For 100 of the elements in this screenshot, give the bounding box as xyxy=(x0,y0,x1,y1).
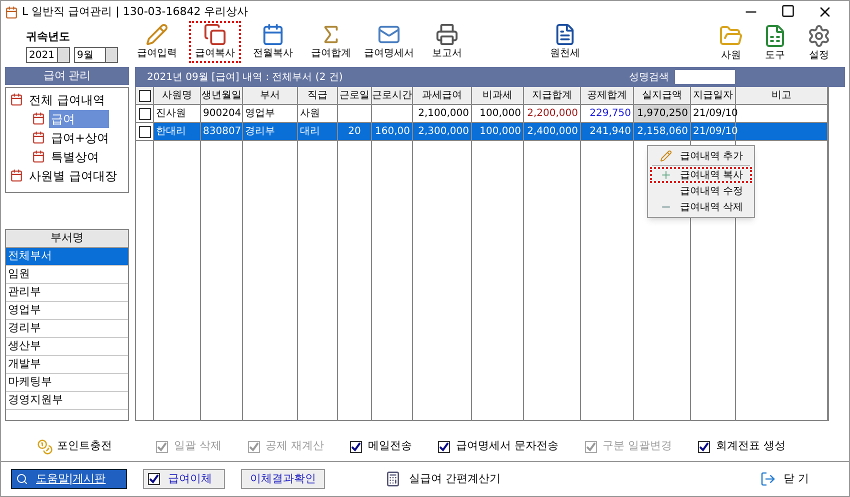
department-item[interactable]: 영업부 xyxy=(6,302,128,320)
column-header[interactable]: 직급 xyxy=(298,87,338,104)
department-item[interactable]: 마케팅부 xyxy=(6,374,128,392)
table-cell: 900204 xyxy=(201,105,243,122)
toolbar-button[interactable]: 설정 xyxy=(801,24,837,63)
checkbox[interactable] xyxy=(438,440,450,452)
salary-transfer-button[interactable]: 급여이체 xyxy=(143,469,225,489)
menu-item[interactable]: 급여내역 추가 xyxy=(650,148,752,164)
checkbox[interactable] xyxy=(138,108,150,120)
copy-icon xyxy=(203,23,227,46)
column-header[interactable]: 부서 xyxy=(243,87,298,104)
coins-icon xyxy=(37,438,53,454)
toolbar-button[interactable]: 보고서 xyxy=(421,21,473,63)
toolbar-button[interactable]: 급여입력 xyxy=(131,21,183,63)
department-item[interactable]: 경리부 xyxy=(6,320,128,338)
maximize-icon[interactable] xyxy=(781,4,795,18)
column-header[interactable]: 공제합계 xyxy=(581,87,634,104)
option-label: 구분 일괄변경 xyxy=(602,438,672,454)
settings-icon xyxy=(807,24,831,48)
column-header[interactable]: 비과세 xyxy=(472,87,524,104)
toolbar-button[interactable]: 급여명세서 xyxy=(363,21,415,63)
table-cell: 160,00 xyxy=(372,123,413,140)
department-item[interactable]: 개발부 xyxy=(6,356,128,374)
table-cell: 1,970,250 xyxy=(634,105,691,122)
checkbox[interactable] xyxy=(138,126,150,138)
list-header: 부서명 xyxy=(6,230,128,248)
department-item[interactable]: 관리부 xyxy=(6,284,128,302)
table-cell: 영업부 xyxy=(243,105,298,122)
table-cell: 100,000 xyxy=(472,123,524,140)
menu-item[interactable]: 급여내역 수정 xyxy=(650,183,752,199)
window-title: L 일반직 급여관리 | 130-03-16842 우리상사 xyxy=(22,4,248,20)
pencil-icon xyxy=(660,150,672,162)
table-cell: 2,100,000 xyxy=(413,105,472,122)
menu-item[interactable]: 급여내역 복사 xyxy=(650,167,752,183)
table-cell: 21/09/10 xyxy=(691,123,736,140)
checkbox[interactable] xyxy=(138,90,150,102)
app-icon xyxy=(5,6,18,18)
folder-icon xyxy=(719,24,743,48)
table-cell: 830807 xyxy=(201,123,243,140)
table-cell: 사원 xyxy=(298,105,338,122)
checkbox[interactable] xyxy=(350,440,362,452)
department-item[interactable]: 생산부 xyxy=(6,338,128,356)
name-search-field[interactable] xyxy=(675,70,735,84)
tree-item[interactable]: 사원별 급여대장 xyxy=(27,166,119,184)
printer-icon xyxy=(435,23,459,46)
toolbar-button[interactable]: 사원 xyxy=(713,24,749,63)
panel-header: 급여 관리 xyxy=(5,67,129,85)
tree-item[interactable]: 급여+상여 xyxy=(49,128,112,146)
search-label: 성명검색 xyxy=(629,70,669,84)
department-item[interactable]: 전체부서 xyxy=(6,248,128,266)
option-label: 일괄 삭제 xyxy=(174,438,222,454)
grid-caption: 2021년 09월 [급여] 내역 : 전체부서 (2 건) xyxy=(147,70,343,84)
calendar-icon xyxy=(261,23,285,46)
calendar-icon xyxy=(32,131,45,144)
point-charge-button[interactable]: 포인트충전 xyxy=(37,438,112,455)
column-header[interactable]: 근로시간 xyxy=(372,87,413,104)
search-icon xyxy=(16,473,28,485)
department-item[interactable]: 임원 xyxy=(6,266,128,284)
column-header[interactable]: 실지급액 xyxy=(634,87,691,104)
toolbar-button[interactable]: 급여복사 xyxy=(189,21,241,63)
toolbar-button[interactable]: 원천세 xyxy=(539,21,591,63)
menu-item[interactable]: 급여내역 삭제 xyxy=(650,199,752,215)
column-header[interactable]: 생년월일 xyxy=(201,87,243,104)
table-cell: 2,300,000 xyxy=(413,123,472,140)
table-row[interactable]: 한대리 830807 경리부 대리 20 160,00 2,300,000 100,000 2,400,000 241,940 2,158,060 21/09/10 xyxy=(136,123,828,141)
transfer-result-button[interactable]: 이체결과확인 xyxy=(241,469,325,489)
table-cell: 진사원 xyxy=(154,105,201,122)
tree-item[interactable]: 전체 급여내역 xyxy=(27,90,107,108)
column-header[interactable]: 사원명 xyxy=(154,87,201,104)
calendar-icon xyxy=(32,112,45,125)
exit-icon xyxy=(760,471,776,487)
department-item[interactable]: 경영지원부 xyxy=(6,392,128,410)
table-cell: 경리부 xyxy=(243,123,298,140)
calculator-button[interactable]: 실급여 간편계산기 xyxy=(385,470,500,488)
toolbar-button[interactable]: 급여합계 xyxy=(305,21,357,63)
tree-item[interactable]: 특별상여 xyxy=(49,148,101,166)
column-header[interactable]: 지급일자 xyxy=(691,87,736,104)
toolbar-button[interactable]: 도구 xyxy=(757,24,793,63)
column-header[interactable]: 근로일 xyxy=(338,87,372,104)
table-cell: 100,000 xyxy=(472,105,524,122)
calendar-icon xyxy=(32,150,45,163)
column-header[interactable]: 과세급여 xyxy=(413,87,472,104)
table-cell: 대리 xyxy=(298,123,338,140)
checkbox[interactable] xyxy=(698,440,710,452)
table-cell: 241,940 xyxy=(581,123,634,140)
help-board-button[interactable]: 도움말|게시판 xyxy=(11,469,127,489)
column-header[interactable]: 비고 xyxy=(736,87,828,104)
close-button[interactable]: 닫 기 xyxy=(760,470,809,488)
toolbar-button[interactable]: 전월복사 xyxy=(247,21,299,63)
table-cell: 2,158,060 xyxy=(634,123,691,140)
pencil-icon xyxy=(145,23,169,46)
spreadsheet-icon xyxy=(763,24,787,48)
calendar-icon xyxy=(10,169,23,182)
column-header[interactable]: 지급합계 xyxy=(524,87,581,104)
table-cell: 2,400,000 xyxy=(524,123,581,140)
checkbox[interactable] xyxy=(148,473,160,485)
month-dropdown[interactable]: 9월 xyxy=(74,47,118,63)
table-cell: 21/09/10 xyxy=(691,105,736,122)
year-dropdown[interactable]: 2021 xyxy=(26,47,70,63)
calculator-icon xyxy=(385,471,401,487)
